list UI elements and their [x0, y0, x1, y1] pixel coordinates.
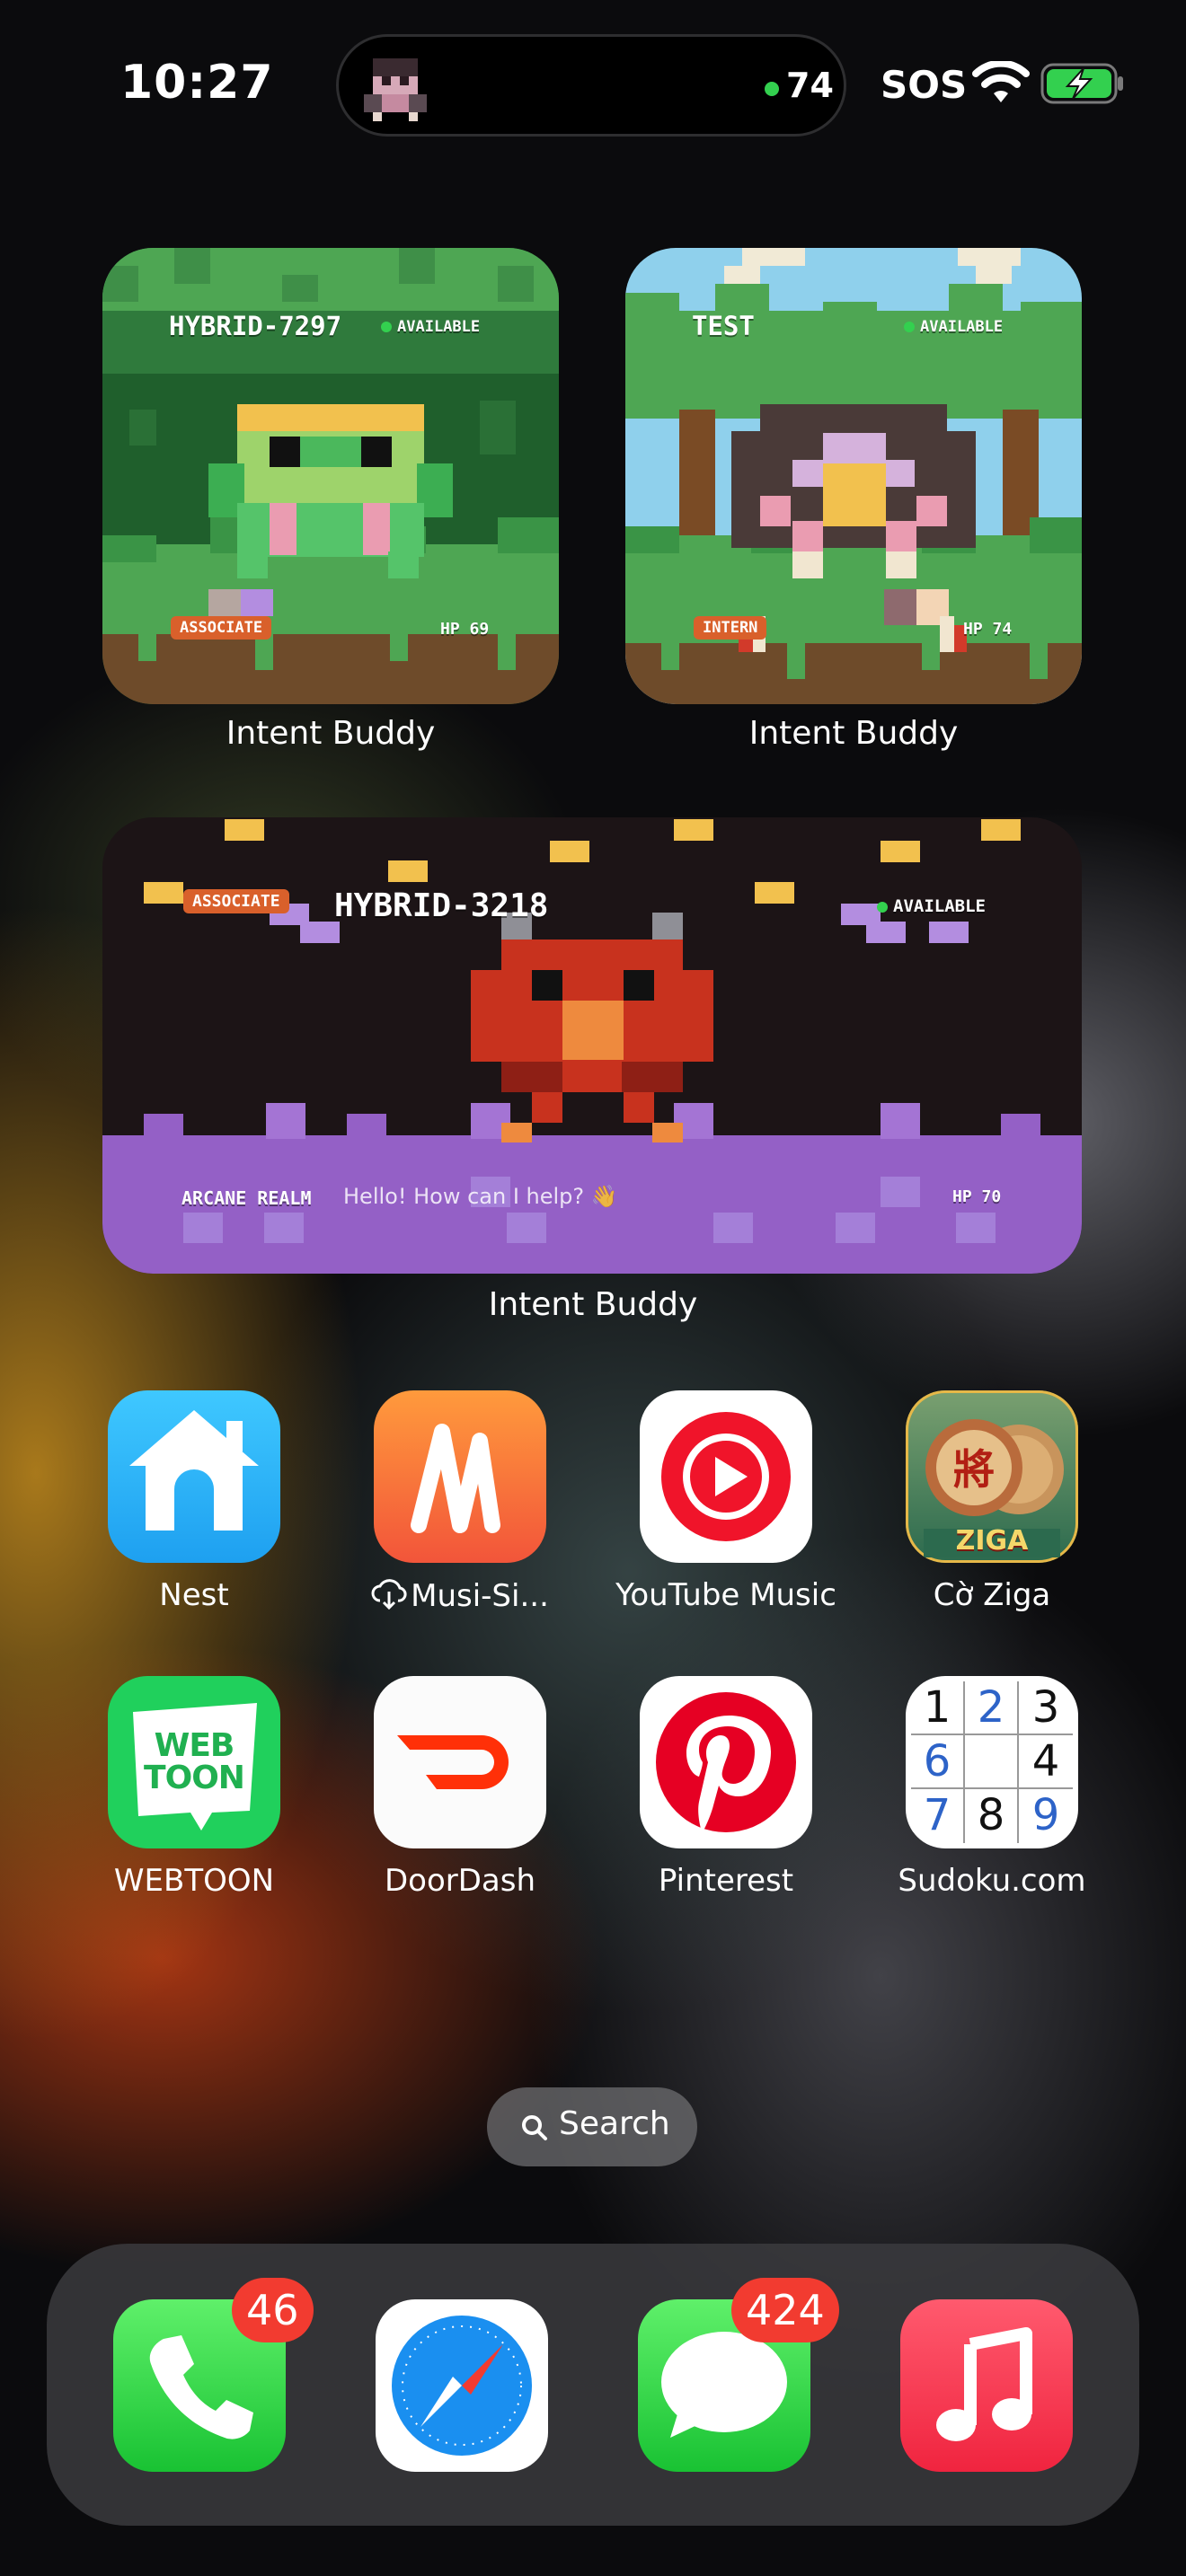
safari-icon [392, 2316, 532, 2456]
youtube-music-app[interactable] [640, 1390, 812, 1563]
buddy-name: HYBRID-3218 [334, 887, 549, 924]
activity-value: 74 [786, 66, 834, 105]
youtube-music-icon [661, 1412, 791, 1541]
status-time: 10:27 [120, 56, 274, 110]
buddy-message: Hello! How can I help? 👋 [343, 1184, 618, 1209]
musi-label-text: Musi-Si... [411, 1578, 549, 1614]
app-label: Pinterest [658, 1863, 794, 1899]
notification-badge: 46 [232, 2278, 314, 2342]
sudoku-cell: 6 [911, 1735, 965, 1789]
buddy-name: HYBRID-7297 [169, 311, 342, 341]
pixel-avatar-icon [364, 58, 427, 121]
musi-icon [411, 1424, 500, 1533]
pinterest-icon [656, 1692, 796, 1832]
status-text: AVAILABLE [920, 318, 1004, 336]
search-label: Search [559, 2105, 670, 2142]
status-text: AVAILABLE [893, 896, 986, 916]
widget-label: Intent Buddy [748, 715, 959, 752]
app-label: DoorDash [384, 1863, 536, 1899]
dynamic-island[interactable]: 74 [336, 34, 846, 137]
rank-chip: INTERN [694, 616, 767, 640]
notification-badge: 424 [731, 2278, 839, 2342]
intent-buddy-widget-3[interactable]: ASSOCIATE HYBRID-3218 AVAILABLE ARCANE R… [102, 817, 1082, 1274]
buddy-hp: HP 70 [952, 1187, 1002, 1206]
sudoku-cell: 8 [965, 1789, 1019, 1843]
intent-buddy-widget-2[interactable]: TEST AVAILABLE INTERN HP 74 [625, 248, 1082, 704]
ziga-wordmark: ZIGA [955, 1525, 1029, 1557]
spotlight-search-button[interactable]: Search [487, 2087, 697, 2166]
music-app[interactable] [900, 2299, 1073, 2472]
cloud-download-icon [371, 1579, 407, 1610]
buddy-status: AVAILABLE [877, 896, 986, 916]
app-label: YouTube Music [615, 1577, 836, 1613]
buddy-hp: HP 69 [440, 620, 490, 639]
safari-app[interactable] [376, 2299, 548, 2472]
sudoku-cell: 1 [911, 1681, 965, 1735]
sudoku-cell: 9 [1031, 1790, 1060, 1840]
webtoon-app[interactable]: WEB TOON [108, 1676, 280, 1848]
widget-label: Intent Buddy [226, 715, 436, 752]
sudoku-app[interactable]: 1 2 3 6 4 7 8 9 [906, 1676, 1078, 1848]
status-dot-icon [877, 901, 888, 913]
nest-home-icon [129, 1410, 259, 1531]
rank-chip: ASSOCIATE [183, 889, 289, 913]
activity-dot [765, 82, 779, 96]
svg-text:將: 將 [953, 1445, 995, 1494]
wifi-icon [972, 61, 1030, 102]
buddy-name: TEST [692, 311, 755, 341]
app-label: Nest [159, 1577, 229, 1613]
buddy-status: AVAILABLE [381, 318, 480, 336]
sudoku-icon: 1 2 3 6 4 7 8 9 [911, 1681, 1073, 1843]
search-icon [522, 2115, 547, 2140]
battery-charging-icon [1040, 63, 1123, 104]
webtoon-wordmark: WEB TOON [144, 1727, 245, 1796]
sudoku-cell: 2 [965, 1681, 1019, 1735]
carrier-sos: SOS [881, 63, 968, 107]
app-label: Sudoku.com [898, 1863, 1086, 1899]
buddy-status: AVAILABLE [904, 318, 1003, 336]
nest-app[interactable] [108, 1390, 280, 1563]
pinterest-app[interactable] [640, 1676, 812, 1848]
status-text: AVAILABLE [397, 318, 481, 336]
sudoku-cell: 7 [911, 1789, 965, 1843]
app-label: Cờ Ziga [933, 1577, 1051, 1613]
realm-name: ARCANE REALM [181, 1187, 312, 1209]
app-label: Musi-Si... [343, 1577, 577, 1614]
doordash-icon [397, 1735, 509, 1789]
doordash-app[interactable] [374, 1676, 546, 1848]
co-ziga-app[interactable]: 將 ZIGA [906, 1390, 1078, 1563]
musi-app[interactable] [374, 1390, 546, 1563]
sudoku-cell: 4 [1019, 1735, 1073, 1789]
intent-buddy-widget-1[interactable]: HYBRID-7297 AVAILABLE ASSOCIATE HP 69 [102, 248, 559, 704]
buddy-hp: HP 74 [963, 620, 1013, 639]
status-dot-icon [381, 322, 392, 332]
rank-chip: ASSOCIATE [171, 616, 272, 640]
app-label: WEBTOON [113, 1863, 275, 1899]
sudoku-cell [965, 1735, 1019, 1789]
sudoku-cell: 3 [1019, 1681, 1073, 1735]
music-icon [936, 2327, 1032, 2441]
status-dot-icon [904, 322, 915, 332]
widget-label: Intent Buddy [488, 1286, 698, 1323]
